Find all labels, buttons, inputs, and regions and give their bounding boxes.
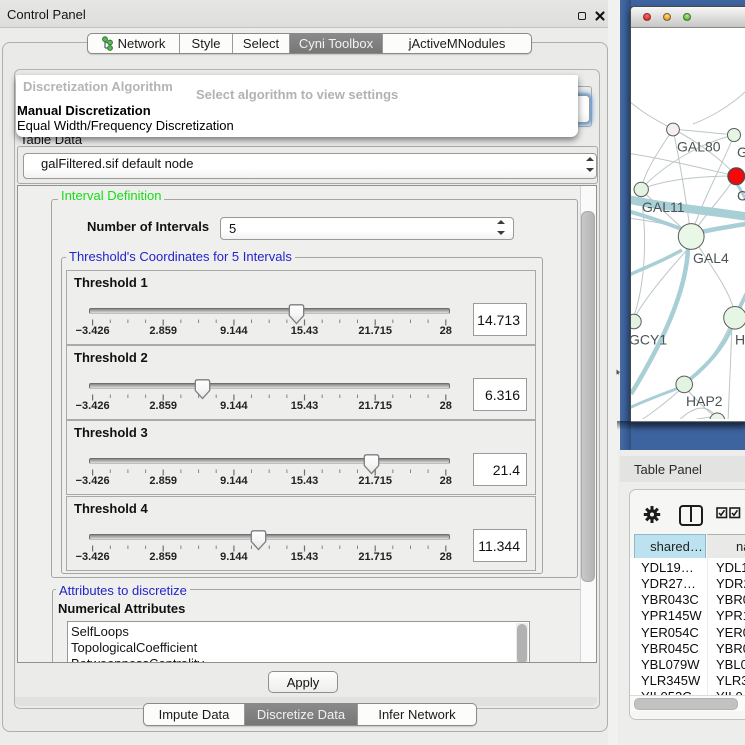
- svg-text:GAL80: GAL80: [677, 139, 721, 155]
- svg-text:C: C: [737, 188, 745, 204]
- svg-text:GA: GA: [737, 144, 745, 160]
- svg-text:GAL11: GAL11: [642, 199, 685, 215]
- svg-text:GAL4: GAL4: [693, 250, 729, 266]
- svg-text:HAP2: HAP2: [686, 393, 723, 409]
- svg-text:H: H: [735, 332, 745, 348]
- svg-text:GCY1: GCY1: [631, 332, 667, 348]
